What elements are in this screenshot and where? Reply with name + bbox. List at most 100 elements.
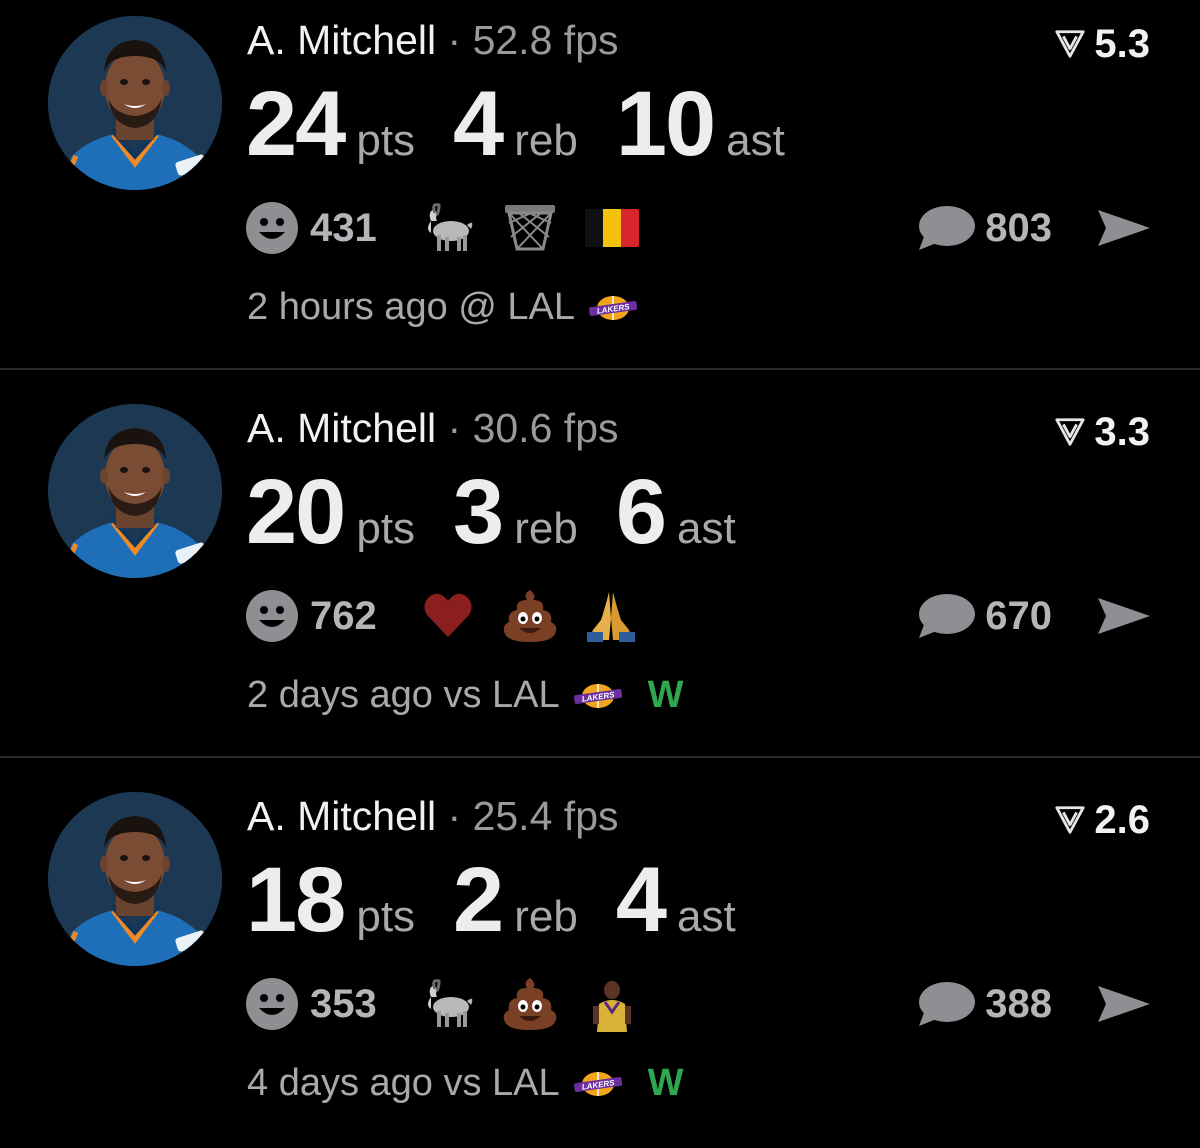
rebounds-unit: reb [514, 116, 578, 165]
rating-value: 2.6 [1094, 798, 1150, 842]
goat-emoji[interactable] [417, 976, 479, 1032]
goat-emoji[interactable] [417, 200, 479, 256]
belgium-flag-emoji[interactable] [581, 200, 643, 256]
rebounds-unit: reb [514, 504, 578, 553]
player-header: A. Mitchell · 25.4 fps [247, 796, 619, 837]
location-indicator: @ [458, 286, 497, 328]
rebounds-value: 2 [453, 849, 504, 951]
smiley-icon[interactable] [246, 590, 298, 642]
reactions-bar: 353 [246, 976, 663, 1032]
praying-hands-emoji[interactable] [581, 588, 643, 644]
basketball-hoop-emoji[interactable] [499, 200, 561, 256]
fps-unit: fps [563, 793, 619, 839]
player-header: A. Mitchell · 30.6 fps [247, 408, 619, 449]
assists-value: 10 [615, 73, 716, 175]
assists-value: 6 [615, 461, 667, 563]
poop-emoji[interactable] [499, 588, 561, 644]
poop-emoji[interactable] [499, 976, 561, 1032]
reaction-count[interactable]: 762 [310, 594, 377, 639]
comments-area: 388 [917, 976, 1152, 1032]
time-ago: 2 hours ago [247, 286, 448, 328]
stat-line: 24 pts 4 reb 10 ast [246, 78, 823, 170]
game-card[interactable]: A. Mitchell · 25.4 fps 2.6 18 pts 2 reb … [0, 776, 1200, 1148]
stat-line: 18 pts 2 reb 4 ast [246, 854, 774, 946]
assists-unit: ast [726, 116, 785, 165]
send-icon[interactable] [1096, 206, 1152, 250]
rebounds-value: 3 [453, 461, 504, 563]
opponent[interactable]: LAL [507, 286, 575, 329]
reaction-count[interactable]: 431 [310, 206, 377, 251]
reaction-count[interactable]: 353 [310, 982, 377, 1027]
smiley-icon[interactable] [246, 978, 298, 1030]
points-value: 24 [246, 73, 346, 175]
player-avatar[interactable] [48, 792, 222, 966]
game-card[interactable]: A. Mitchell · 52.8 fps 5.3 24 pts 4 reb … [0, 0, 1200, 372]
rating-value: 5.3 [1094, 22, 1150, 66]
divider [0, 756, 1200, 758]
opponent[interactable]: LAL [492, 674, 560, 717]
comments-area: 803 [917, 200, 1152, 256]
comment-count[interactable]: 670 [985, 594, 1052, 639]
game-result: W [647, 674, 684, 716]
lakers-logo [589, 294, 638, 321]
rating: 5.3 [1054, 24, 1150, 64]
assists-unit: ast [676, 892, 736, 941]
fps-value: 25.4 [472, 793, 553, 839]
game-feed: A. Mitchell · 52.8 fps 5.3 24 pts 4 reb … [0, 0, 1200, 1118]
points-value: 18 [246, 849, 346, 951]
lakers-logo [573, 682, 622, 709]
lakers-logo [573, 1070, 622, 1097]
reactions-bar: 762 [246, 588, 663, 644]
down-triangle-icon [1055, 806, 1085, 834]
time-ago: 4 days ago [247, 1062, 433, 1104]
assists-value: 4 [615, 849, 667, 951]
location-indicator: vs [443, 674, 482, 716]
player-name[interactable]: A. Mitchell [247, 793, 436, 839]
opponent[interactable]: LAL [492, 1062, 560, 1105]
fps-value: 52.8 [472, 17, 553, 63]
send-icon[interactable] [1096, 594, 1152, 638]
comment-count[interactable]: 803 [985, 206, 1052, 251]
game-card[interactable]: A. Mitchell · 30.6 fps 3.3 20 pts 3 reb … [0, 388, 1200, 760]
points-value: 20 [246, 461, 346, 563]
separator-dot: · [447, 17, 462, 63]
stat-line: 20 pts 3 reb 6 ast [246, 466, 774, 558]
game-meta: 2 hours ago @ LAL [247, 286, 663, 329]
separator-dot: · [447, 793, 462, 839]
divider [0, 368, 1200, 370]
player-name[interactable]: A. Mitchell [247, 405, 436, 451]
player-name[interactable]: A. Mitchell [247, 17, 436, 63]
location-indicator: vs [443, 1062, 482, 1104]
player-emoji[interactable] [581, 976, 643, 1032]
comment-count[interactable]: 388 [985, 982, 1052, 1027]
player-header: A. Mitchell · 52.8 fps [247, 20, 619, 61]
game-meta: 4 days ago vs LAL W [247, 1062, 684, 1105]
points-unit: pts [356, 892, 416, 941]
down-triangle-icon [1055, 30, 1085, 58]
smiley-icon[interactable] [246, 202, 298, 254]
assists-unit: ast [676, 504, 736, 553]
rating: 2.6 [1054, 800, 1150, 840]
time-ago: 2 days ago [247, 674, 433, 716]
player-avatar[interactable] [48, 404, 222, 578]
fps-unit: fps [563, 405, 619, 451]
fps-value: 30.6 [472, 405, 553, 451]
points-unit: pts [356, 504, 416, 553]
rebounds-unit: reb [514, 892, 578, 941]
comments-area: 670 [917, 588, 1152, 644]
game-meta: 2 days ago vs LAL W [247, 674, 684, 717]
comment-bubble-icon[interactable] [917, 204, 976, 252]
comment-bubble-icon[interactable] [917, 980, 976, 1028]
player-avatar[interactable] [48, 16, 222, 190]
rating: 3.3 [1054, 412, 1150, 452]
comment-bubble-icon[interactable] [917, 592, 976, 640]
rebounds-value: 4 [453, 73, 504, 175]
reactions-bar: 431 [246, 200, 663, 256]
heart-emoji[interactable] [417, 588, 479, 644]
fps-unit: fps [563, 17, 619, 63]
send-icon[interactable] [1096, 982, 1152, 1026]
rating-value: 3.3 [1094, 410, 1150, 454]
points-unit: pts [356, 116, 416, 165]
game-result: W [647, 1062, 684, 1104]
separator-dot: · [447, 405, 462, 451]
